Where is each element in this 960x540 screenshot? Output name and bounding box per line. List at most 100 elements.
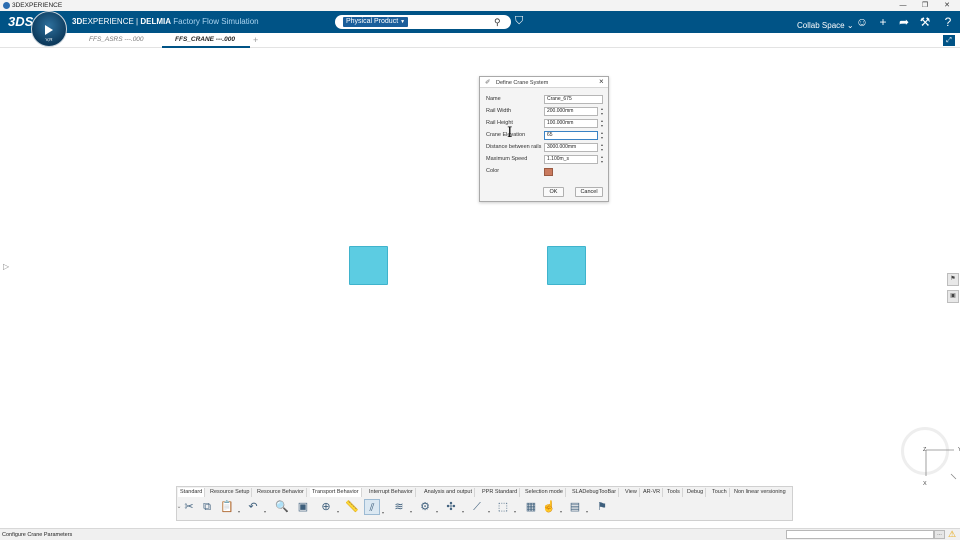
distance-between-rails-label: Distance between rails <box>486 144 542 150</box>
tab-standard[interactable]: Standard <box>178 488 206 497</box>
maximum-speed-label: Maximum Speed <box>486 156 528 162</box>
warning-icon[interactable]: ⚠ <box>948 529 956 540</box>
rail-width-field[interactable]: 200.000mm <box>544 107 598 116</box>
app-subtitle: Factory Flow Simulation <box>173 17 259 26</box>
paste-icon[interactable]: 📋 ▾ <box>219 499 240 515</box>
cancel-button[interactable]: Cancel <box>575 187 603 197</box>
name-label: Name <box>486 96 501 102</box>
tab-resource-behavior[interactable]: Resource Behavior <box>255 488 307 497</box>
plus-icon[interactable]: + <box>876 15 890 29</box>
settings-robot-icon[interactable]: ⚑ <box>594 499 610 515</box>
play-icon <box>45 25 53 35</box>
command-button[interactable]: … <box>934 530 945 539</box>
app-title: 3DEXPERIENCE | DELMIA Factory Flow Simul… <box>72 17 259 26</box>
tab-tools[interactable]: Tools <box>665 488 683 497</box>
tag-icon[interactable]: ⛉ <box>515 15 523 28</box>
ds-logo-icon[interactable]: 3DS <box>8 14 33 29</box>
tab-sla-debug-toolbar[interactable]: SLADebugTooBar <box>570 488 620 497</box>
expand-tree-icon[interactable]: ▷ <box>3 262 9 271</box>
crane-rail-icon[interactable]: ⫽ ▾ <box>364 499 384 515</box>
document-tabs: FFS_ASRS ---.000 FFS_CRANE ---.000 + ⤢ <box>0 33 960 48</box>
tab-resource-setup[interactable]: Resource Setup <box>208 488 253 497</box>
app-icon <box>3 2 10 9</box>
transport-icon[interactable]: ✣ ▾ <box>443 499 464 515</box>
define-crane-system-dialog: ✐ Define Crane System × Name Crane_675 R… <box>479 76 609 202</box>
tab-ar-vr[interactable]: AR-VR <box>641 488 664 497</box>
name-field[interactable]: Crane_675 <box>544 95 603 104</box>
compass-label: V,R <box>45 37 53 42</box>
screen-capture-icon[interactable]: ▣ <box>295 499 311 515</box>
command-input[interactable] <box>786 530 934 539</box>
expand-icon[interactable]: ⤢ <box>943 35 955 46</box>
crane-elevation-spinner[interactable]: ▲ ▼ <box>599 131 605 140</box>
camera-icon[interactable]: ▣ <box>947 290 959 303</box>
distance-between-rails-spinner[interactable]: ▲ ▼ <box>599 143 605 152</box>
tab-debug[interactable]: Debug <box>685 488 707 497</box>
dialog-title: Define Crane System <box>496 79 549 86</box>
color-label: Color <box>486 168 500 174</box>
cut-icon[interactable]: ✂ <box>181 499 197 515</box>
rail-height-spinner[interactable]: ▲ ▼ <box>599 119 605 128</box>
search-scope-dropdown[interactable]: Physical Product ▼ <box>343 17 409 27</box>
crane-support-block[interactable] <box>547 246 586 285</box>
add-tab-button[interactable]: + <box>253 35 258 45</box>
help-icon[interactable]: ? <box>941 15 955 29</box>
tab-ppr-standard[interactable]: PPR Standard <box>480 488 521 497</box>
action-bar: Standard Resource Setup Resource Behavio… <box>176 486 793 521</box>
maximum-speed-field[interactable]: 1.100m_s <box>544 155 598 164</box>
bounding-box-icon[interactable]: ⬚ ▾ <box>495 499 516 515</box>
text-cursor-icon: I <box>507 125 513 141</box>
tab-view[interactable]: View <box>623 488 640 497</box>
tab-analysis-and-output[interactable]: Analysis and output <box>422 488 476 497</box>
conveyor-icon[interactable]: ≋ ▾ <box>391 499 412 515</box>
crane-icon: ✐ <box>485 79 491 86</box>
zoom-icon[interactable]: 🔍 <box>274 499 290 515</box>
crane-support-block[interactable] <box>349 246 388 285</box>
status-bar: Configure Crane Parameters … ⚠ <box>0 528 960 540</box>
color-picker[interactable] <box>544 168 553 176</box>
share-icon[interactable]: ➦ <box>897 15 911 29</box>
rail-width-label: Rail Width <box>486 108 512 114</box>
status-text: Configure Crane Parameters <box>2 531 73 538</box>
rail-height-field[interactable]: 100.000mm <box>544 119 598 128</box>
path-icon[interactable]: ⟋ ▾ <box>469 499 490 515</box>
robot-arm-icon[interactable]: ⚙ ▾ <box>417 499 438 515</box>
tab-ffs-crane[interactable]: FFS_CRANE ---.000 <box>175 36 235 43</box>
os-window-title: 3DEXPERIENCE <box>12 1 63 9</box>
restore-button[interactable]: ❐ <box>914 0 936 11</box>
crane-elevation-field[interactable]: 65 <box>544 131 598 140</box>
rail-width-spinner[interactable]: ▲ ▼ <box>599 107 605 116</box>
search-icon[interactable]: ⚲ <box>494 17 506 27</box>
document-icon[interactable]: ▤ ▾ <box>567 499 588 515</box>
crane-elevation-label: Crane Elevation <box>486 132 526 138</box>
tab-selection-mode[interactable]: Selection mode <box>523 488 566 497</box>
ok-button[interactable]: OK <box>543 187 564 197</box>
collab-space-dropdown[interactable]: Collab Space ⌄ <box>797 21 854 30</box>
close-icon[interactable]: × <box>599 77 604 86</box>
ruler-icon[interactable]: 📏 <box>344 499 360 515</box>
axis-lines-icon <box>925 449 957 480</box>
axis-x-label: X <box>923 481 927 487</box>
tab-non-linear-versioning[interactable]: Non linear versioning <box>732 488 788 497</box>
dialog-header: ✐ Define Crane System × <box>480 77 608 88</box>
tab-transport-behavior[interactable]: Transport Behavior <box>310 488 362 497</box>
copy-icon[interactable]: ⧉ <box>199 499 215 515</box>
grid-icon[interactable]: ▦ <box>523 499 539 515</box>
globe-settings-icon[interactable]: ⊕ ▾ <box>318 499 339 515</box>
minimize-button[interactable]: — <box>892 0 914 11</box>
maximum-speed-spinner[interactable]: ▲ ▼ <box>599 155 605 164</box>
active-tab-indicator <box>162 46 250 48</box>
user-icon[interactable]: ☺ <box>855 15 869 29</box>
app-header: 3DS 3DEXPERIENCE | DELMIA Factory Flow S… <box>0 11 960 33</box>
undo-icon[interactable]: ↶ ▾ <box>245 499 266 515</box>
tab-ffs-asrs[interactable]: FFS_ASRS ---.000 <box>89 36 144 43</box>
flag-icon[interactable]: ⚑ <box>947 273 959 286</box>
tab-touch[interactable]: Touch <box>710 488 730 497</box>
compass-widget[interactable]: V,R <box>31 11 67 47</box>
distance-between-rails-field[interactable]: 3000.000mm <box>544 143 598 152</box>
tab-interrupt-behavior[interactable]: Interrupt Behavior <box>367 488 416 497</box>
tools-icon[interactable]: ⚒ <box>918 15 932 29</box>
hand-tool-icon[interactable]: ☝ ▾ <box>541 499 562 515</box>
close-window-button[interactable]: ✕ <box>936 0 958 11</box>
os-title-bar: 3DEXPERIENCE — ❐ ✕ <box>0 0 960 11</box>
